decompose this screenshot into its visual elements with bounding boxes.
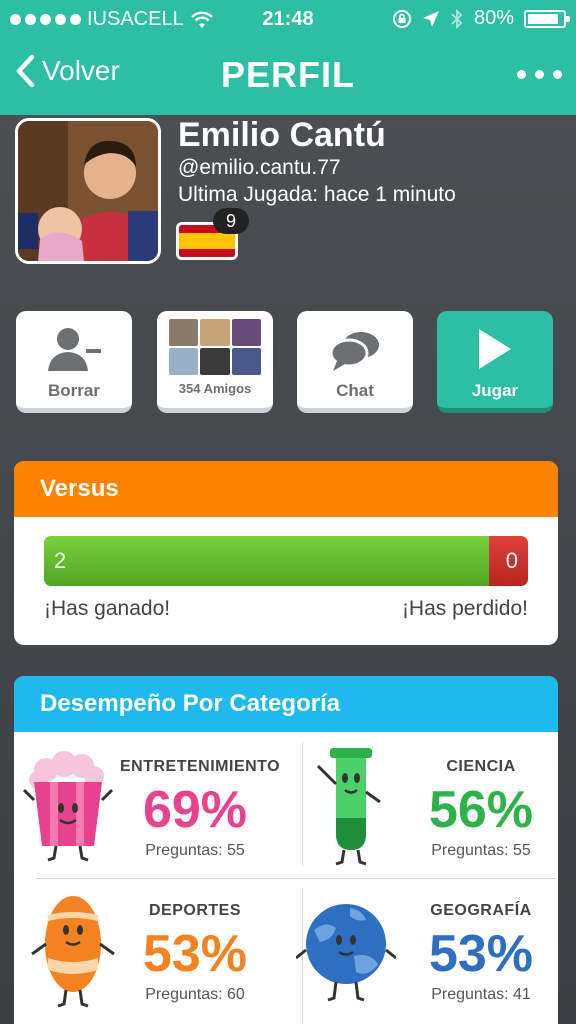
won-segment: 2 bbox=[44, 536, 490, 586]
header: IUSACELL 21:48 80% Volver PERFIL bbox=[0, 0, 576, 115]
bluetooth-icon bbox=[451, 8, 463, 29]
football-mascot-icon bbox=[31, 896, 115, 1008]
category-science: CIENCIA 56% Preguntas: 55 bbox=[286, 736, 558, 879]
category-geography: GEOGRAFÍA 53% Preguntas: 41 bbox=[286, 880, 558, 1023]
avatar bbox=[15, 118, 161, 264]
more-options-button[interactable] bbox=[517, 70, 562, 79]
page-title: PERFIL bbox=[220, 54, 355, 95]
category-name: DEPORTES bbox=[148, 902, 241, 919]
versus-title: Versus bbox=[14, 461, 558, 517]
chat-button[interactable]: Chat bbox=[297, 311, 413, 413]
delete-label: Borrar bbox=[48, 381, 100, 400]
category-sports: DEPORTES 53% Preguntas: 60 bbox=[14, 880, 286, 1023]
category-percent: 56% bbox=[428, 781, 534, 839]
globe-mascot-icon bbox=[296, 904, 396, 1002]
play-button[interactable]: Jugar bbox=[437, 311, 553, 413]
category-percent: 53% bbox=[142, 925, 248, 983]
rotation-lock-icon bbox=[392, 9, 411, 28]
category-title: Desempeño Por Categoría bbox=[14, 676, 558, 732]
chat-bubbles-icon bbox=[329, 332, 379, 371]
category-name: ENTRETENIMIENTO bbox=[120, 758, 281, 775]
remove-user-icon bbox=[48, 328, 101, 371]
profile-photo bbox=[18, 121, 158, 261]
test-tube-mascot-icon bbox=[316, 748, 381, 866]
won-count: 2 bbox=[54, 548, 67, 573]
status-bar: IUSACELL 21:48 80% bbox=[0, 0, 576, 38]
category-name: CIENCIA bbox=[446, 758, 516, 775]
delete-friend-button[interactable]: Borrar bbox=[16, 311, 132, 413]
country-badge: 9 bbox=[213, 208, 249, 234]
category-questions: Preguntas: 60 bbox=[145, 986, 245, 1003]
battery-icon bbox=[524, 9, 570, 28]
category-name: GEOGRAFÍA bbox=[430, 902, 532, 919]
category-questions: Preguntas: 55 bbox=[145, 842, 245, 859]
lost-label: ¡Has perdido! bbox=[401, 597, 528, 620]
profile-name: Emilio Cantú bbox=[178, 116, 386, 154]
category-percent: 53% bbox=[428, 925, 534, 983]
versus-bar: 2 0 bbox=[44, 536, 528, 586]
status-right: 80% bbox=[392, 7, 570, 30]
last-played: Ultima Jugada: hace 1 minuto bbox=[178, 183, 456, 206]
play-label: Jugar bbox=[471, 381, 519, 400]
category-entertainment: ENTRETENIMIENTO 69% Preguntas: 55 bbox=[14, 736, 286, 879]
lost-count: 0 bbox=[505, 548, 518, 573]
friends-photo-grid bbox=[169, 319, 261, 375]
popcorn-mascot-icon bbox=[22, 751, 114, 862]
friends-button[interactable]: 354 Amigos bbox=[157, 311, 273, 413]
location-arrow-icon bbox=[422, 10, 439, 27]
won-label: ¡Has ganado! bbox=[44, 597, 171, 620]
category-card: Desempeño Por Categoría ENTRETENIMIENTO … bbox=[14, 676, 558, 1024]
play-icon bbox=[479, 329, 511, 369]
profile-handle: @emilio.cantu.77 bbox=[178, 156, 341, 179]
chat-label: Chat bbox=[336, 381, 374, 400]
lost-segment: 0 bbox=[489, 536, 528, 586]
nav-bar: Volver PERFIL bbox=[0, 40, 576, 115]
category-questions: Preguntas: 41 bbox=[431, 986, 531, 1003]
versus-card: Versus 2 0 ¡Has ganado! ¡Has perdido! bbox=[14, 461, 558, 645]
category-percent: 69% bbox=[142, 781, 248, 839]
friends-label: 354 Amigos bbox=[178, 381, 252, 396]
category-questions: Preguntas: 55 bbox=[431, 842, 531, 859]
battery-percent: 80% bbox=[473, 7, 514, 29]
